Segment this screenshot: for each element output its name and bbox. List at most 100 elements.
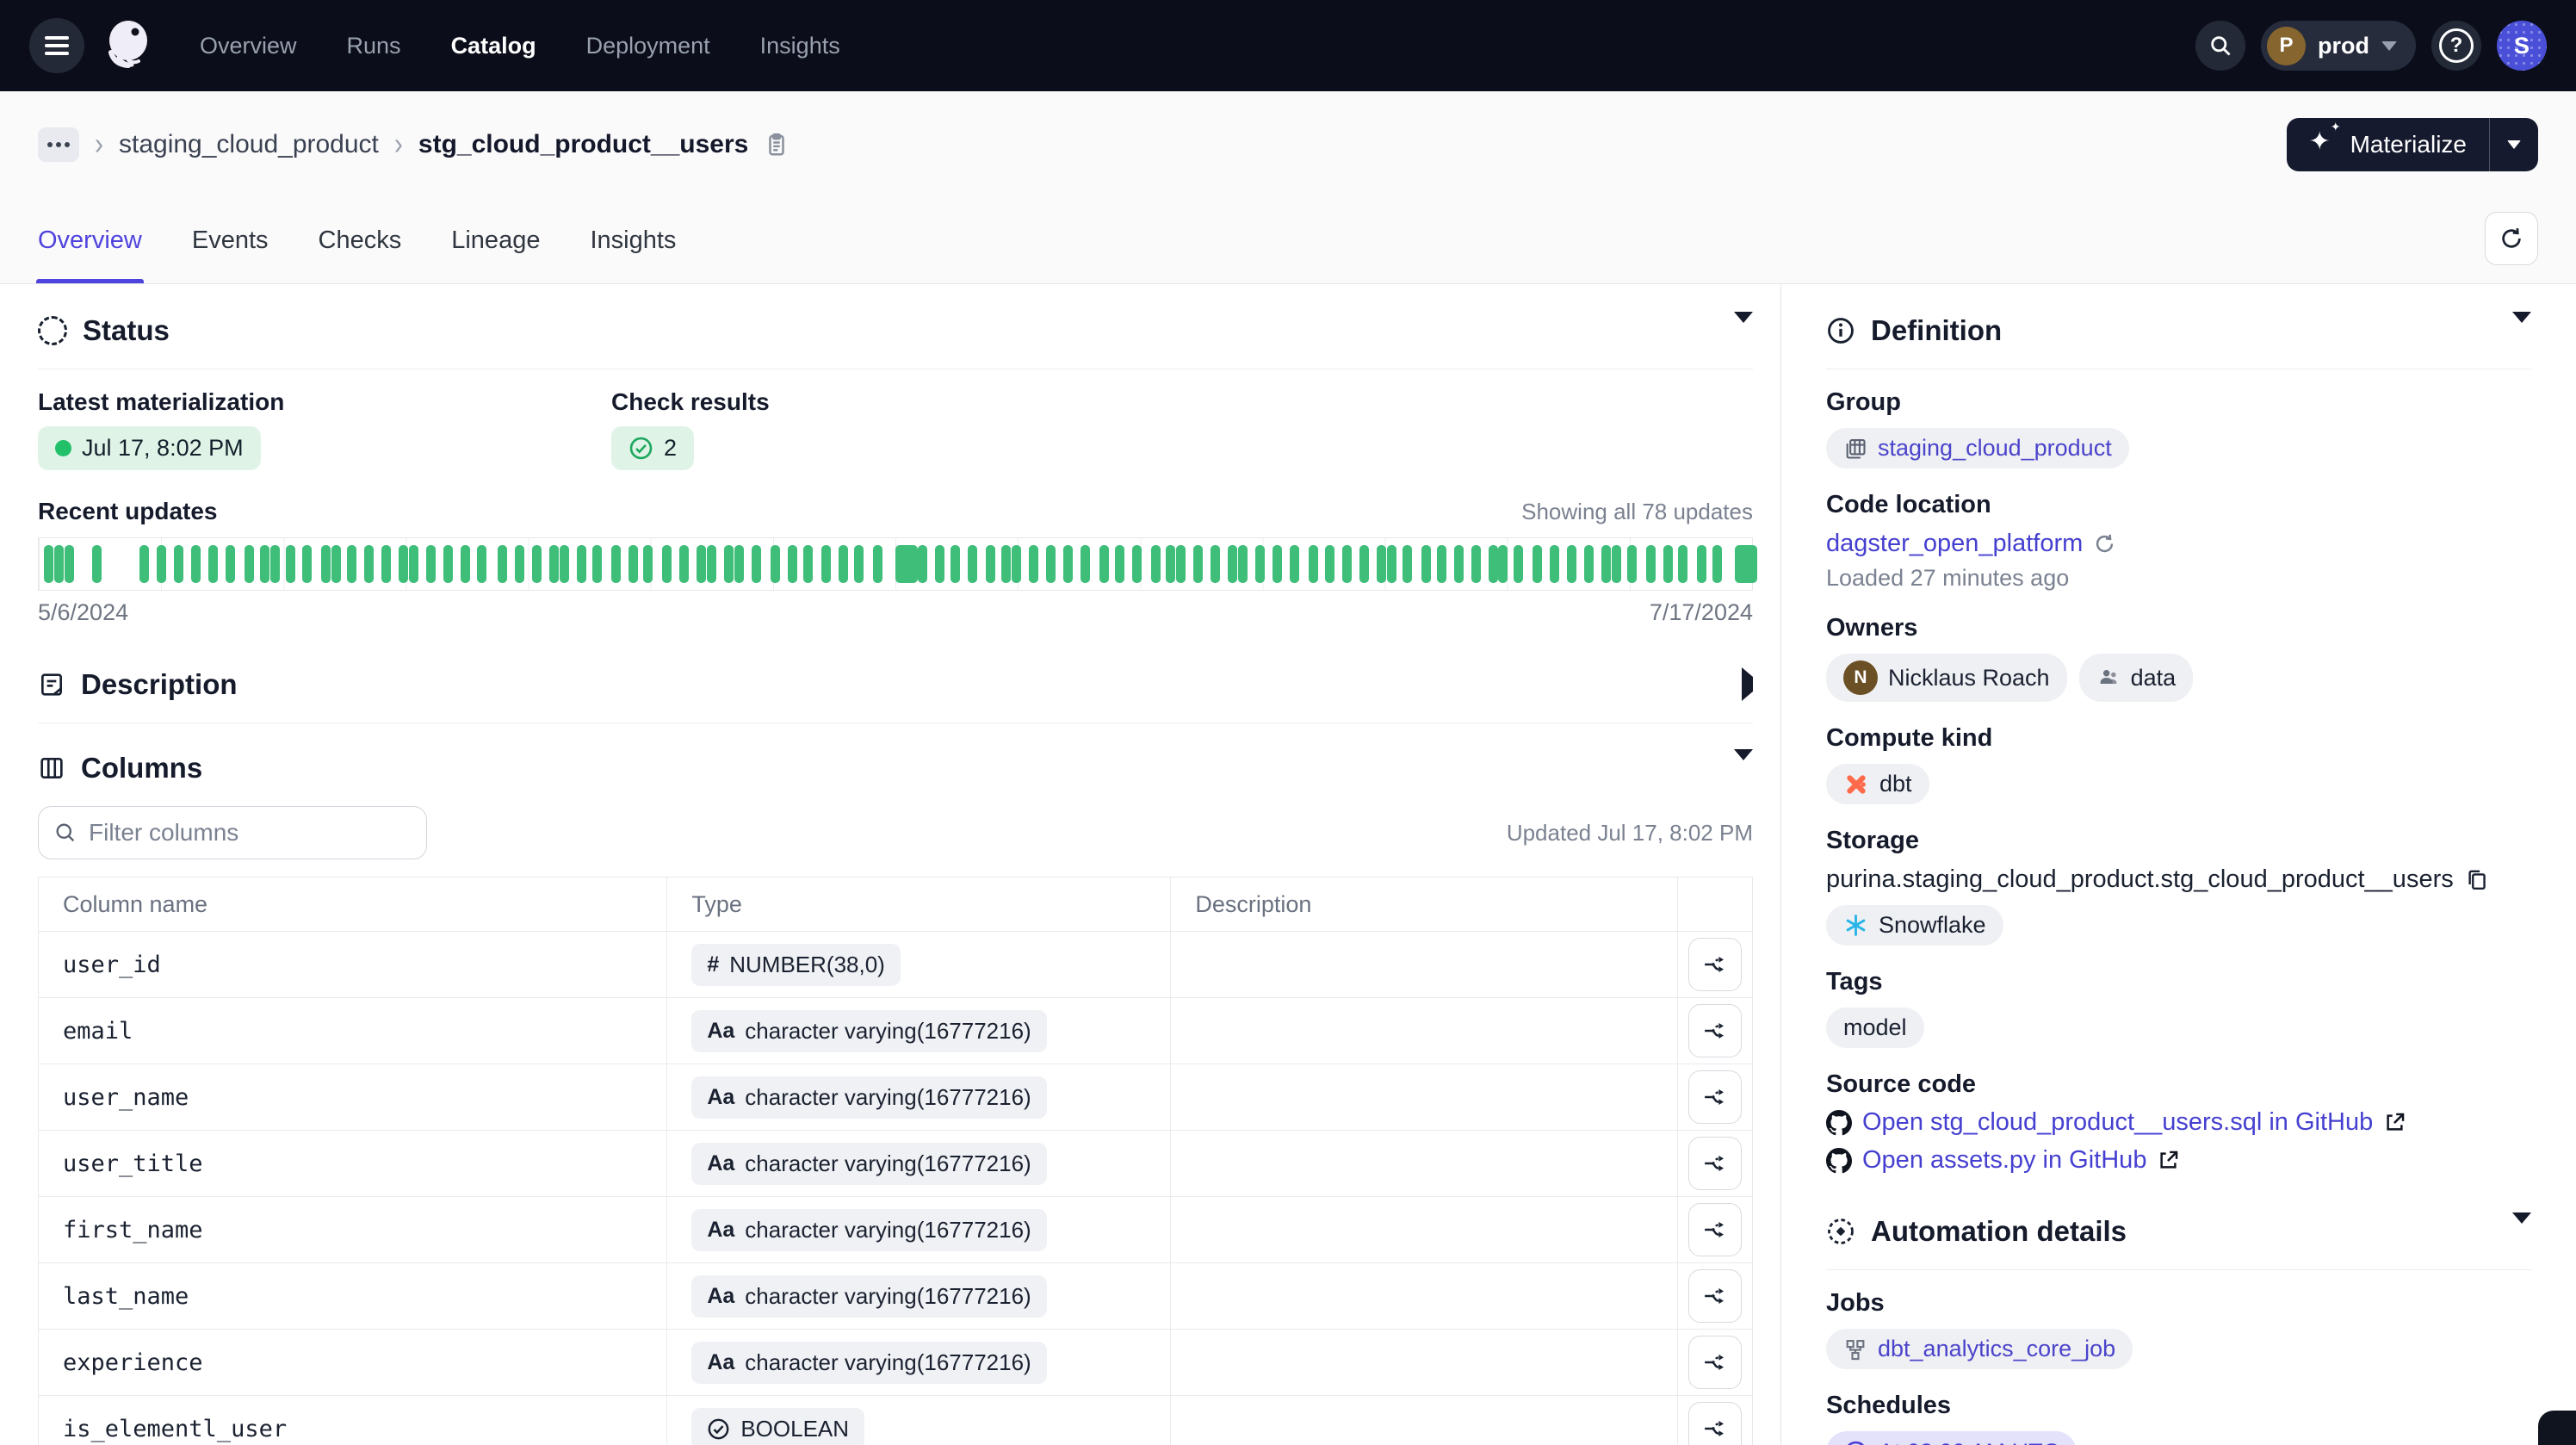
help-icon: ?	[2439, 28, 2474, 63]
column-name: user_name	[63, 1084, 189, 1111]
github-assets-link[interactable]: Open assets.py in GitHub	[1826, 1146, 2180, 1175]
type-badge: #NUMBER(38,0)	[691, 944, 901, 986]
compute-kind-label: Compute kind	[1826, 724, 2531, 753]
filter-columns-input[interactable]	[38, 806, 427, 859]
filter-search-icon	[53, 821, 77, 845]
compute-kind-badge[interactable]: dbt	[1826, 764, 1929, 804]
asset-name: stg_cloud_product__users	[418, 130, 748, 159]
check-results-label: Check results	[611, 388, 770, 416]
chevron-down-icon	[2381, 41, 2397, 51]
description-expand-button[interactable]	[1742, 677, 1753, 692]
nav-item-insights[interactable]: Insights	[760, 33, 840, 59]
definition-section-header: Definition	[1826, 305, 2531, 357]
breadcrumb-separator-icon: ›	[95, 127, 103, 163]
type-badge: Aacharacter varying(16777216)	[691, 1143, 1046, 1185]
nav-item-runs[interactable]: Runs	[347, 33, 401, 59]
owner-avatar: N	[1843, 660, 1878, 695]
group-label: Group	[1826, 388, 2531, 417]
chevron-down-icon	[2507, 140, 2521, 149]
description-icon	[38, 671, 65, 698]
group-badge[interactable]: staging_cloud_product	[1826, 428, 2129, 468]
breadcrumb-group-link[interactable]: staging_cloud_product	[119, 130, 379, 159]
status-collapse-button[interactable]	[1734, 323, 1753, 338]
timeline-start-date: 5/6/2024	[38, 599, 128, 626]
copy-storage-path-icon[interactable]	[2464, 867, 2489, 892]
boolean-type-icon	[707, 1417, 730, 1441]
job-badge[interactable]: dbt_analytics_core_job	[1826, 1329, 2133, 1369]
column-lineage-button[interactable]	[1688, 1203, 1742, 1256]
owner-team-badge[interactable]: data	[2079, 654, 2194, 702]
github-sql-link[interactable]: Open stg_cloud_product__users.sql in Git…	[1826, 1108, 2406, 1137]
timeline-end-date: 7/17/2024	[1650, 599, 1753, 626]
chevron-down-icon	[1734, 749, 1753, 775]
columns-updated-text: Updated Jul 17, 8:02 PM	[1507, 820, 1753, 847]
asset-tabbar: Overview Events Checks Lineage Insights	[0, 198, 2576, 284]
clock-icon	[1843, 1440, 1868, 1445]
column-lineage-button[interactable]	[1688, 1137, 1742, 1190]
materialize-split-button: Materialize	[2287, 118, 2538, 171]
code-location-link[interactable]: dagster_open_platform	[1826, 530, 2116, 558]
automation-collapse-button[interactable]	[2512, 1224, 2531, 1239]
chevron-right-icon	[1742, 667, 1753, 701]
materialize-dropdown-button[interactable]	[2490, 118, 2538, 171]
columns-table-header: Column name Type Description	[39, 878, 1752, 931]
help-button[interactable]: ?	[2431, 21, 2481, 71]
owner-user-badge[interactable]: N Nicklaus Roach	[1826, 654, 2067, 702]
materialize-label: Materialize	[2350, 131, 2467, 158]
schedule-badge[interactable]: At 03:00 AM UTC	[1826, 1431, 2077, 1445]
column-lineage-button[interactable]	[1688, 1336, 1742, 1389]
breadcrumb: › staging_cloud_product › stg_cloud_prod…	[38, 127, 790, 162]
columns-title: Columns	[81, 752, 202, 785]
tab-overview[interactable]: Overview	[38, 198, 142, 283]
storage-platform-badge[interactable]: Snowflake	[1826, 905, 2003, 946]
column-lineage-button[interactable]	[1688, 938, 1742, 991]
materialize-button[interactable]: Materialize	[2287, 118, 2489, 171]
column-lineage-button[interactable]	[1688, 1269, 1742, 1323]
copy-asset-name-icon[interactable]	[764, 132, 790, 158]
table-row: is_elementl_user BOOLEAN	[39, 1395, 1752, 1445]
column-lineage-button[interactable]	[1688, 1070, 1742, 1124]
definition-collapse-button[interactable]	[2512, 323, 2531, 338]
table-grid-icon	[1843, 437, 1867, 461]
tag-badge[interactable]: model	[1826, 1008, 1924, 1048]
description-section-header: Description	[38, 659, 1753, 710]
nav-item-overview[interactable]: Overview	[200, 33, 297, 59]
tab-insights[interactable]: Insights	[590, 198, 676, 283]
external-link-icon	[2157, 1149, 2180, 1172]
nav-item-catalog[interactable]: Catalog	[451, 33, 536, 59]
text-type-icon: Aa	[707, 1085, 734, 1110]
nav-item-deployment[interactable]: Deployment	[586, 33, 710, 59]
tab-events[interactable]: Events	[192, 198, 269, 283]
column-lineage-button[interactable]	[1688, 1004, 1742, 1057]
column-name: first_name	[63, 1217, 203, 1243]
columns-icon	[38, 754, 65, 782]
automation-title: Automation details	[1871, 1215, 2127, 1248]
chat-widget-button[interactable]	[2538, 1411, 2576, 1445]
search-button[interactable]	[2195, 21, 2245, 71]
columns-collapse-button[interactable]	[1734, 760, 1753, 776]
automation-icon	[1826, 1217, 1855, 1246]
hamburger-icon	[45, 32, 69, 59]
asset-definition-panel: Definition Group staging_cloud_product C…	[1780, 284, 2576, 1445]
header-type: Type	[667, 878, 1171, 931]
deployment-switcher[interactable]: P prod	[2261, 21, 2416, 71]
showing-updates-text: Showing all 78 updates	[1521, 499, 1753, 525]
tab-checks[interactable]: Checks	[319, 198, 402, 283]
latest-materialization-label: Latest materialization	[38, 388, 611, 416]
column-lineage-button[interactable]	[1688, 1402, 1742, 1445]
hamburger-menu-button[interactable]	[29, 18, 84, 73]
tags-label: Tags	[1826, 968, 2531, 996]
updates-timeline[interactable]	[38, 537, 1753, 591]
check-circle-icon	[629, 436, 653, 461]
refresh-button[interactable]	[2485, 212, 2538, 265]
number-type-icon: #	[707, 952, 719, 977]
breadcrumb-bar: › staging_cloud_product › stg_cloud_prod…	[0, 91, 2576, 198]
columns-section-header: Columns	[38, 742, 1753, 794]
text-type-icon: Aa	[707, 1350, 734, 1375]
breadcrumb-more-button[interactable]	[38, 127, 79, 162]
search-icon	[2208, 34, 2232, 58]
check-results-badge[interactable]: 2	[611, 426, 694, 470]
user-avatar[interactable]: S	[2497, 21, 2547, 71]
latest-materialization-badge[interactable]: Jul 17, 8:02 PM	[38, 426, 261, 470]
tab-lineage[interactable]: Lineage	[451, 198, 540, 283]
